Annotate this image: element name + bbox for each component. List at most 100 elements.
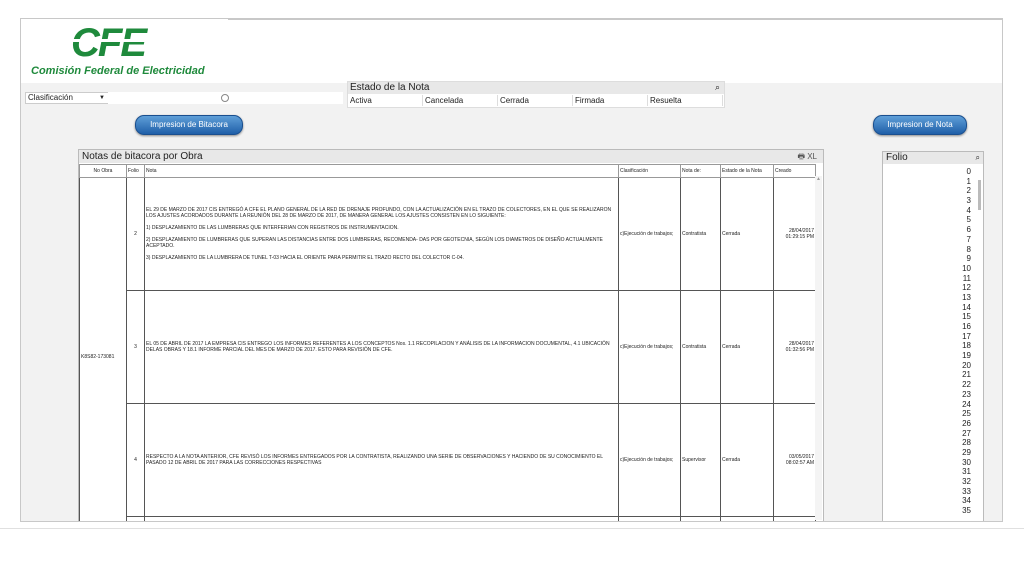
folio-item[interactable]: 32	[962, 477, 971, 487]
folio-item[interactable]: 27	[962, 429, 971, 439]
table-header-row: No Obra Folio Nota Clasificación Nota de…	[79, 164, 816, 178]
table-row[interactable]: K8S82-173081 2 EL 29 DE MARZO DE 2017 CI…	[79, 177, 816, 521]
clasificacion-dropdown[interactable]: Clasificación ▼	[25, 92, 109, 104]
search-icon[interactable]: ⌕	[976, 152, 980, 164]
search-icon[interactable]: ⌕	[715, 82, 720, 93]
folio-item[interactable]: 13	[962, 293, 971, 303]
col-header-nota-de[interactable]: Nota de:	[680, 164, 721, 178]
folio-title: Folio	[886, 152, 908, 163]
folio-item[interactable]: 26	[962, 419, 971, 429]
folio-item[interactable]: 30	[962, 458, 971, 468]
table-row[interactable]: 3 EL 05 DE ABRIL DE 2017 LA EMPRESA CIS …	[80, 290, 816, 404]
folio-item[interactable]: 16	[962, 322, 971, 332]
col-header-clasificacion[interactable]: Clasificación	[618, 164, 681, 178]
folio-item[interactable]: 19	[962, 351, 971, 361]
creado-cell: 28/04/2017 01:32:56 PM	[773, 290, 816, 404]
empty-cell	[618, 516, 681, 521]
creado-cell: 03/05/2017 08:02:57 AM	[773, 403, 816, 517]
header-divider	[228, 19, 1002, 20]
folio-cell: 2	[126, 177, 145, 291]
folio-item[interactable]: 34	[962, 496, 971, 506]
folio-item[interactable]: 21	[962, 370, 971, 380]
table-scrollbar[interactable]: ▲	[815, 176, 822, 520]
folio-item[interactable]: 9	[962, 254, 971, 264]
nota-de-cell: Contratista	[680, 177, 721, 291]
folio-item[interactable]: 28	[962, 438, 971, 448]
notas-table: No Obra Folio Nota Clasificación Nota de…	[79, 164, 816, 521]
empty-cell	[773, 516, 816, 521]
nota-cell: RESPECTO A LA NOTA ANTERIOR, CFE REVISÓ …	[144, 403, 619, 517]
estado-options: Activa Cancelada Cerrada Firmada Resuelt…	[348, 95, 724, 106]
folio-item[interactable]: 14	[962, 303, 971, 313]
folio-item[interactable]: 35	[962, 506, 971, 516]
folio-item[interactable]: 18	[962, 341, 971, 351]
folio-listbox: Folio ⌕ 0 1 2 3 4 5 6 7 8 9 10 11 12 13 14 15 16 17 18 19 20…	[882, 151, 984, 521]
print-icon[interactable]: 🖶 XL	[797, 150, 817, 163]
notas-table-title: Notas de bitacora por Obra 🖶 XL	[79, 150, 823, 163]
folio-item[interactable]: 7	[962, 235, 971, 245]
folio-item[interactable]: 12	[962, 283, 971, 293]
estado-title: Estado de la Nota	[350, 82, 430, 93]
folio-item[interactable]: 0	[962, 167, 971, 177]
estado-option-firmada[interactable]: Firmada	[573, 95, 648, 106]
nota-cell: EL 29 DE MARZO DE 2017 CIS ENTREGÓ A CFE…	[144, 177, 619, 291]
folio-item[interactable]: 17	[962, 332, 971, 342]
folio-item[interactable]: 31	[962, 467, 971, 477]
logo-stripe	[71, 39, 145, 42]
folio-item[interactable]: 5	[962, 215, 971, 225]
logo-subtitle: Comisión Federal de Electricidad	[31, 65, 205, 77]
notas-table-panel: Notas de bitacora por Obra 🖶 XL No Obra …	[78, 149, 824, 521]
empty-cell	[680, 516, 721, 521]
clasificacion-clear-icon[interactable]	[221, 94, 229, 102]
folio-cell: 3	[126, 290, 145, 404]
table-row[interactable]: 4 RESPECTO A LA NOTA ANTERIOR, CFE REVIS…	[80, 403, 816, 517]
estado-option-activa[interactable]: Activa	[348, 95, 423, 106]
folio-cell: 4	[126, 403, 145, 517]
folio-item[interactable]: 22	[962, 380, 971, 390]
empty-cell	[144, 516, 619, 521]
folio-item[interactable]: 1	[962, 177, 971, 187]
folio-item[interactable]: 24	[962, 400, 971, 410]
clasificacion-label: Clasificación	[28, 93, 73, 102]
folio-item[interactable]: 29	[962, 448, 971, 458]
folio-scrollbar[interactable]	[978, 180, 981, 210]
folio-item[interactable]: 4	[962, 206, 971, 216]
clasificacion-cell: c)Ejecución de trabajos;	[618, 403, 681, 517]
estado-option-resuelta[interactable]: Resuelta	[648, 95, 723, 106]
impresion-bitacora-button[interactable]: Impresion de Bitacora	[135, 115, 243, 135]
folio-item[interactable]: 6	[962, 225, 971, 235]
cfe-logo: CFE	[71, 21, 147, 66]
nota-de-cell: Supervisor	[680, 403, 721, 517]
folio-item[interactable]: 15	[962, 312, 971, 322]
folio-item[interactable]: 20	[962, 361, 971, 371]
scroll-up-icon[interactable]: ▲	[815, 176, 822, 182]
col-header-estado[interactable]: Estado de la Nota	[720, 164, 774, 178]
estado-cell: Cerrada	[720, 290, 774, 404]
folio-item[interactable]: 3	[962, 196, 971, 206]
col-header-creado[interactable]: Creado	[773, 164, 816, 178]
col-header-folio[interactable]: Folio	[126, 164, 145, 178]
folio-item[interactable]: 10	[962, 264, 971, 274]
folio-header: Folio ⌕	[883, 152, 983, 164]
col-header-nota[interactable]: Nota	[144, 164, 619, 178]
folio-item[interactable]: 23	[962, 390, 971, 400]
estado-option-cerrada[interactable]: Cerrada	[498, 95, 573, 106]
folio-item[interactable]: 8	[962, 245, 971, 255]
folio-item[interactable]: 33	[962, 487, 971, 497]
impresion-nota-button[interactable]: Impresion de Nota	[873, 115, 967, 135]
folio-list: 0 1 2 3 4 5 6 7 8 9 10 11 12 13 14 15 16 17 18 19 20 21 22 23 24…	[962, 167, 971, 516]
estado-nota-listbox: Estado de la Nota ⌕ Activa Cancelada Cer…	[347, 81, 725, 108]
folio-item[interactable]: 11	[962, 274, 971, 284]
nota-cell: EL 05 DE ABRIL DE 2017 LA EMPRESA CIS EN…	[144, 290, 619, 404]
folio-item[interactable]: 2	[962, 186, 971, 196]
estado-cell: Cerrada	[720, 177, 774, 291]
estado-cell: Cerrada	[720, 403, 774, 517]
estado-option-cancelada[interactable]: Cancelada	[423, 95, 498, 106]
app-frame: CFE Comisión Federal de Electricidad Cla…	[20, 18, 1003, 522]
clasificacion-cell: c)Ejecución de trabajos;	[618, 290, 681, 404]
col-header-no-obra[interactable]: No Obra	[79, 164, 127, 178]
empty-cell	[720, 516, 774, 521]
estado-header: Estado de la Nota ⌕	[348, 82, 724, 94]
chevron-down-icon: ▼	[99, 95, 105, 101]
folio-item[interactable]: 25	[962, 409, 971, 419]
